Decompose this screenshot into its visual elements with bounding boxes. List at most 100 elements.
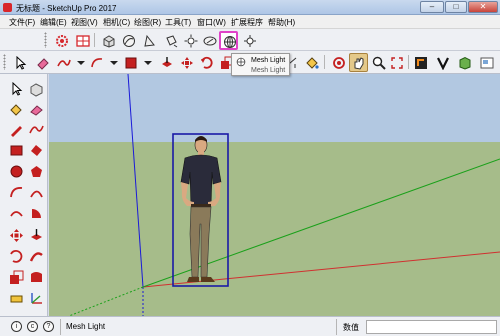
rotate-icon [201,56,213,69]
light-cone-button[interactable] [140,31,159,50]
rotated-rectangle-icon [31,145,42,156]
zoom-tool-button[interactable] [369,53,388,72]
tooltip-title: Mesh Light [251,57,286,64]
mesh-light-icon [236,57,246,67]
sketchup-app-icon[interactable] [3,3,12,12]
zoom-extents-button[interactable] [387,53,406,72]
chevron-down-icon [110,61,118,65]
arc-icon [10,187,23,198]
paint-bucket-button[interactable] [302,53,321,72]
cone-icon [144,34,155,47]
palette-offset-button[interactable] [27,268,46,287]
maximize-button[interactable]: □ [445,1,467,13]
extension-warehouse-button[interactable] [433,53,452,72]
palette-paint-button[interactable] [7,100,26,119]
shape-tool-button[interactable] [121,53,140,72]
box-icon [459,56,471,70]
palette-3pt-arc-button[interactable] [27,183,46,202]
material-button[interactable] [99,31,118,50]
warehouse-icon [415,57,427,69]
rotate-tool-button[interactable] [197,53,216,72]
palette-pie-button[interactable] [27,204,46,223]
palette-freehand-button[interactable] [27,120,46,139]
pan-tool-button[interactable] [349,53,368,72]
line-tool-button[interactable] [54,53,73,72]
palette-eraser-button[interactable] [27,100,46,119]
measurements-input[interactable] [366,320,497,334]
component-icon [30,83,43,97]
render-settings-button[interactable] [52,31,71,50]
arc-tool-button[interactable] [87,53,106,72]
tooltip-description: Mesh Light [251,67,286,74]
mesh-light-button[interactable] [219,31,238,50]
scene-canvas[interactable] [49,74,500,316]
palette-arc-button[interactable] [7,183,26,202]
globe-icon [123,35,135,47]
toolbar-separator [408,55,409,69]
eraser-tool-button[interactable] [33,53,52,72]
palette-select-button[interactable] [7,80,26,99]
geo-location-icon[interactable]: i [11,321,22,332]
arrow-cursor-icon [12,82,23,96]
palette-move-button[interactable] [7,226,26,245]
menu-draw[interactable]: 绘图(R) [134,17,161,28]
environment-button[interactable] [119,31,138,50]
palette-axes-button[interactable] [27,289,46,308]
menu-view[interactable]: 视图(V) [71,17,98,28]
chevron-down-icon [144,61,152,65]
orbit-tool-button[interactable] [329,53,348,72]
palette-2pt-arc-button[interactable] [7,204,26,223]
ground-area [49,142,500,316]
rotate-icon [10,249,23,263]
arc-tool-dropdown[interactable] [106,53,118,72]
select-tool-button[interactable] [10,53,29,72]
palette-component-button[interactable] [27,80,46,99]
menu-camera[interactable]: 相机(C) [103,17,130,28]
menu-window[interactable]: 窗口(W) [197,17,226,28]
axes-icon [31,293,42,304]
toolbar-grip[interactable] [3,54,6,70]
menu-extensions[interactable]: 扩展程序 [231,17,263,28]
palette-polygon-button[interactable] [27,162,46,181]
dome-light-button[interactable] [240,31,259,50]
palette-scale-button[interactable] [7,268,26,287]
line-tool-dropdown[interactable] [73,53,85,72]
menu-edit[interactable]: 编辑(E) [40,17,67,28]
offset-icon [31,272,42,282]
menu-file[interactable]: 文件(F) [9,17,35,28]
minimize-button[interactable]: – [420,1,444,13]
render-toolbar [0,29,500,51]
help-icon[interactable]: ? [43,321,54,332]
layout-button[interactable] [477,53,496,72]
frame-buffer-button[interactable] [73,31,92,50]
palette-rectangle-button[interactable] [7,141,26,160]
square-icon [125,57,137,69]
title-bar: 无标题 - SketchUp Pro 2017 – □ ✕ [0,0,500,15]
palette-rotated-rect-button[interactable] [27,141,46,160]
drawing-viewport[interactable] [49,74,500,316]
3d-warehouse-button[interactable] [455,53,474,72]
move-tool-button[interactable] [177,53,196,72]
toolbar-grip[interactable] [44,32,47,48]
warehouse-button[interactable] [411,53,430,72]
layout-icon [480,57,494,69]
palette-tape-button[interactable] [7,289,26,308]
menu-tools[interactable]: 工具(T) [165,17,191,28]
palette-followme-button[interactable] [27,247,46,266]
paint-bucket-icon [306,57,319,69]
sphere-light-button[interactable] [200,31,219,50]
push-pull-button[interactable] [157,53,176,72]
palette-rotate-button[interactable] [7,247,26,266]
status-divider [60,319,61,335]
palette-line-button[interactable] [7,120,26,139]
menu-help[interactable]: 帮助(H) [268,17,295,28]
shape-tool-dropdown[interactable] [140,53,152,72]
chevron-down-icon [77,61,85,65]
palette-pushpull-button[interactable] [27,226,46,245]
omni-light-button[interactable] [161,31,180,50]
credits-icon[interactable]: c [27,321,38,332]
status-message: Mesh Light [66,322,106,331]
palette-circle-button[interactable] [7,162,26,181]
close-button[interactable]: ✕ [468,1,498,13]
sun-light-button[interactable] [181,31,200,50]
